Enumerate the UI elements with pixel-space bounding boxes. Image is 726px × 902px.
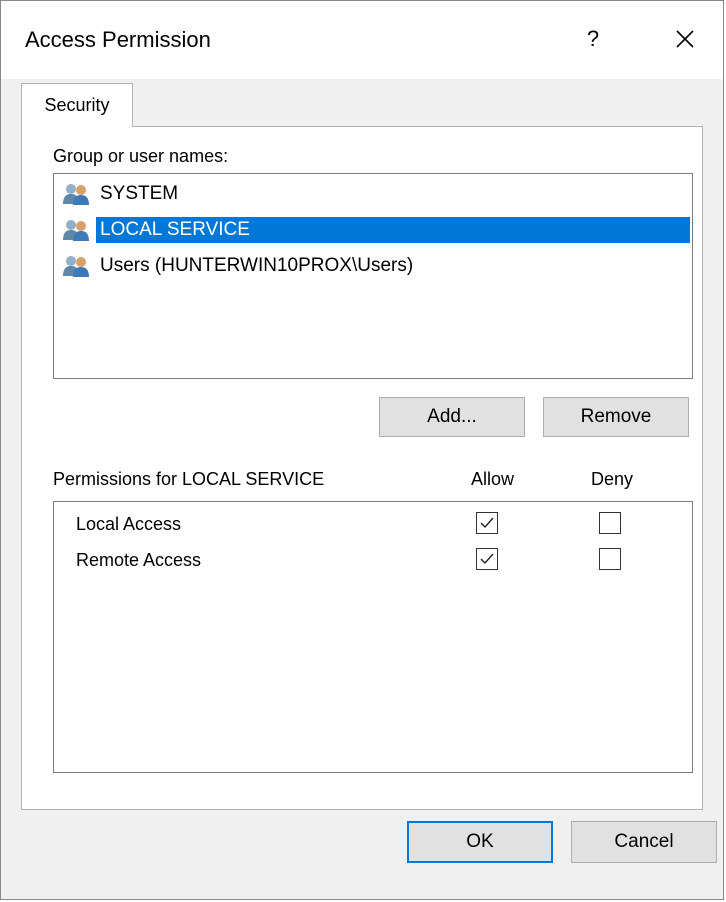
permission-remote-access-label: Remote Access <box>76 550 202 570</box>
list-item-label: LOCAL SERVICE <box>96 217 690 243</box>
users-icon <box>63 184 89 205</box>
cancel-button[interactable]: Cancel <box>571 821 717 863</box>
help-icon: ? <box>586 26 600 51</box>
remove-button-label: Remove <box>580 406 652 427</box>
ok-button-label: OK <box>466 831 494 852</box>
users-icon <box>63 220 89 241</box>
deny-column-header: Deny <box>591 469 634 489</box>
access-permission-dialog: Access Permission ? Security Group or us… <box>0 0 724 900</box>
local-access-allow-checkbox[interactable] <box>476 512 498 534</box>
dialog-title: Access Permission <box>25 27 211 52</box>
list-item-users[interactable]: Users (HUNTERWIN10PROX\Users) <box>62 252 690 280</box>
tab-security[interactable]: Security <box>21 83 133 127</box>
add-button[interactable]: Add... <box>379 397 525 437</box>
add-button-label: Add... <box>427 406 477 427</box>
permissions-list: Local Access Remote Access <box>53 501 693 773</box>
close-icon <box>676 30 694 48</box>
users-icon <box>63 256 89 277</box>
group-user-names-label: Group or user names: <box>53 146 229 166</box>
permission-local-access-label: Local Access <box>76 514 182 534</box>
list-item-local-service[interactable]: LOCAL SERVICE <box>62 216 690 244</box>
ok-button[interactable]: OK <box>407 821 553 863</box>
list-item-label: Users (HUNTERWIN10PROX\Users) <box>100 255 414 276</box>
check-icon <box>480 553 494 565</box>
cancel-button-label: Cancel <box>614 831 674 852</box>
list-item-system[interactable]: SYSTEM <box>62 180 690 208</box>
tab-security-label: Security <box>44 95 110 115</box>
permissions-label: Permissions for LOCAL SERVICE <box>53 469 325 489</box>
title-bar[interactable]: Access Permission ? <box>1 1 723 79</box>
help-button[interactable]: ? <box>571 19 615 59</box>
user-list[interactable]: SYSTEM LOCAL SERVICE Users (HUNTERWIN10P… <box>53 173 693 379</box>
allow-column-header: Allow <box>471 469 515 489</box>
list-item-label: SYSTEM <box>100 183 179 204</box>
remote-access-allow-checkbox[interactable] <box>476 548 498 570</box>
remove-button[interactable]: Remove <box>543 397 689 437</box>
check-icon <box>480 517 494 529</box>
local-access-deny-checkbox[interactable] <box>599 512 621 534</box>
remote-access-deny-checkbox[interactable] <box>599 548 621 570</box>
close-button[interactable] <box>661 19 709 59</box>
